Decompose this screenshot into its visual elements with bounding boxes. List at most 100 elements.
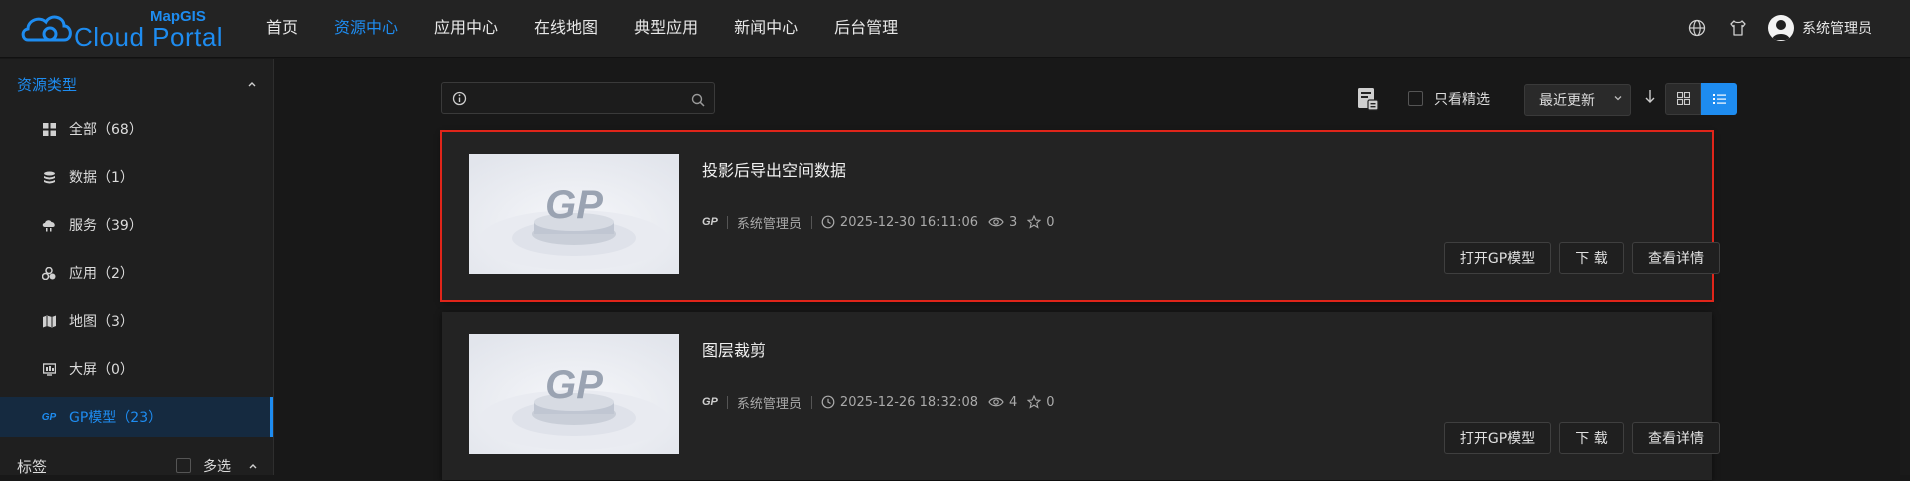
multi-select-label: 多选 — [203, 459, 231, 475]
eye-icon — [988, 216, 1004, 228]
sort-direction-arrow-icon[interactable] — [1644, 88, 1656, 108]
download-button[interactable]: 下 载 — [1559, 422, 1624, 454]
grid-view-button[interactable] — [1665, 83, 1701, 115]
resource-owner: 系统管理员 — [736, 216, 802, 232]
info-icon[interactable] — [452, 91, 467, 110]
sidebar-item-label: 全部（68） — [69, 122, 143, 138]
tags-section-header: 标签 多选 — [0, 451, 273, 481]
user-name: 系统管理员 — [1802, 21, 1872, 37]
svg-text:GP: GP — [545, 363, 603, 407]
sidebar-item-service[interactable]: 服务（39） — [0, 205, 273, 245]
app-icon — [42, 266, 56, 280]
view-count: 4 — [1009, 394, 1018, 410]
resource-card[interactable]: GP 投影后导出空间数据 GP 系统管理员 2025-12-30 16:11:0… — [440, 130, 1720, 302]
resource-date: 2025-12-30 16:11:06 — [839, 214, 978, 230]
gp-model-thumbnail[interactable]: GP — [469, 154, 679, 274]
sidebar-item-label: GP模型（23） — [69, 410, 163, 426]
page-scrollbar[interactable] — [1900, 59, 1910, 475]
download-button[interactable]: 下 载 — [1559, 242, 1624, 274]
list-view-button[interactable] — [1701, 83, 1737, 115]
gp-type-icon: GP — [702, 396, 718, 408]
gp-model-thumbnail[interactable]: GP — [469, 334, 679, 454]
star-icon[interactable] — [1027, 215, 1042, 229]
database-icon — [42, 170, 56, 184]
open-gp-model-button[interactable]: 打开GP模型 — [1444, 422, 1551, 454]
nav-typical-apps[interactable]: 典型应用 — [616, 0, 716, 58]
resource-type-sidebar: 资源类型 全部（68） 数据（1） 服务（39） 应用（2） 地图（3） 大屏（… — [0, 59, 274, 476]
view-count: 3 — [1009, 214, 1018, 230]
resource-type-title: 资源类型 — [17, 75, 78, 94]
nav-admin[interactable]: 后台管理 — [816, 0, 916, 58]
clock-icon — [821, 215, 835, 229]
search-input[interactable] — [474, 87, 674, 109]
cloud-service-icon — [42, 218, 56, 232]
sidebar-item-label: 大屏（0） — [69, 362, 134, 378]
globe-icon[interactable] — [1686, 17, 1708, 39]
view-details-button[interactable]: 查看详情 — [1632, 422, 1720, 454]
resource-date: 2025-12-26 18:32:08 — [839, 394, 978, 410]
tags-title: 标签 — [17, 457, 48, 476]
sidebar-item-label: 数据（1） — [69, 170, 134, 186]
map-icon — [42, 314, 56, 328]
cloud-logo-icon — [21, 15, 72, 42]
sort-selected-value: 最近更新 — [1539, 93, 1595, 109]
nav-online-map[interactable]: 在线地图 — [516, 0, 616, 58]
star-icon[interactable] — [1027, 395, 1042, 409]
open-gp-model-button[interactable]: 打开GP模型 — [1444, 242, 1551, 274]
top-header: MapGIS Cloud Portal 首页 资源中心 应用中心 在线地图 典型… — [0, 0, 1910, 58]
resource-title[interactable]: 投影后导出空间数据 — [702, 157, 846, 181]
nav-news-center[interactable]: 新闻中心 — [716, 0, 816, 58]
resource-meta: GP 系统管理员 2025-12-26 18:32:08 4 0 — [702, 392, 1055, 412]
resource-meta: GP 系统管理员 2025-12-30 16:11:06 3 0 — [702, 212, 1055, 232]
sidebar-item-app[interactable]: 应用（2） — [0, 253, 273, 293]
resource-card[interactable]: GP 图层裁剪 GP 系统管理员 2025-12-26 18:32:08 4 0… — [442, 312, 1720, 480]
avatar — [1768, 15, 1794, 41]
star-count: 0 — [1046, 394, 1055, 410]
resource-owner: 系统管理员 — [736, 396, 802, 412]
star-count: 0 — [1046, 214, 1055, 230]
main-nav: 首页 资源中心 应用中心 在线地图 典型应用 新闻中心 后台管理 — [248, 0, 916, 58]
sidebar-item-gp-model[interactable]: GP GP模型（23） — [0, 397, 273, 437]
user-menu[interactable]: 系统管理员 — [1768, 14, 1872, 42]
clock-icon — [821, 395, 835, 409]
view-details-button[interactable]: 查看详情 — [1632, 242, 1720, 274]
divider — [726, 395, 728, 409]
sidebar-item-label: 应用（2） — [69, 266, 134, 282]
list-view-icon — [1712, 90, 1726, 109]
gp-type-icon: GP — [702, 216, 718, 228]
screen-icon — [42, 362, 56, 376]
sidebar-item-screen[interactable]: 大屏（0） — [0, 349, 273, 389]
chevron-down-icon — [1613, 93, 1623, 106]
grid-view-icon — [1676, 90, 1690, 109]
grid-icon — [42, 122, 56, 136]
divider — [810, 215, 812, 229]
multi-select-checkbox[interactable] — [176, 458, 191, 473]
divider — [726, 215, 728, 229]
sidebar-item-label: 服务（39） — [69, 218, 143, 234]
logo-portal-text: Cloud Portal — [74, 22, 224, 52]
gp-icon: GP — [41, 411, 57, 423]
resource-list-main: 只看精选 最近更新 GP 投影后导出空间数据 GP 系统管理员 2025-12-… — [274, 59, 1910, 480]
divider — [810, 395, 812, 409]
sidebar-item-all[interactable]: 全部（68） — [0, 109, 273, 149]
chevron-up-icon[interactable] — [247, 79, 257, 89]
sort-select[interactable]: 最近更新 — [1524, 84, 1631, 116]
eye-icon — [988, 396, 1004, 408]
chevron-up-icon[interactable] — [248, 461, 258, 471]
nav-resource-center[interactable]: 资源中心 — [316, 0, 416, 58]
apply-list-icon[interactable] — [1357, 87, 1379, 115]
theme-shirt-icon[interactable] — [1727, 17, 1749, 39]
nav-app-center[interactable]: 应用中心 — [416, 0, 516, 58]
mapgis-logo[interactable]: MapGIS Cloud Portal — [20, 8, 224, 52]
search-icon[interactable] — [691, 92, 705, 111]
only-featured-checkbox[interactable] — [1408, 91, 1423, 106]
only-featured-label: 只看精选 — [1434, 92, 1490, 108]
resource-title[interactable]: 图层裁剪 — [702, 337, 766, 361]
resource-type-header[interactable]: 资源类型 — [0, 59, 273, 109]
sidebar-item-data[interactable]: 数据（1） — [0, 157, 273, 197]
sidebar-item-map[interactable]: 地图（3） — [0, 301, 273, 341]
sidebar-item-label: 地图（3） — [69, 314, 134, 330]
search-box[interactable] — [441, 82, 715, 114]
nav-home[interactable]: 首页 — [248, 0, 316, 58]
svg-text:GP: GP — [545, 183, 603, 227]
